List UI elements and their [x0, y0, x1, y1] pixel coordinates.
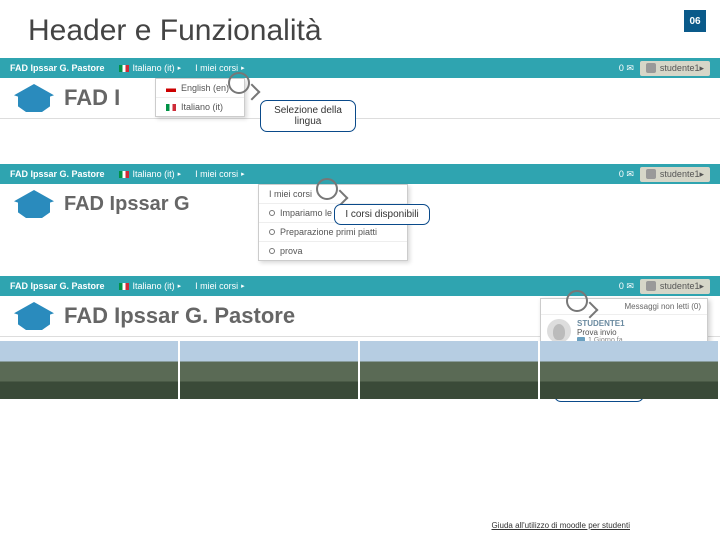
user-chip[interactable]: studente1 ▸: [640, 61, 710, 76]
courses-menu[interactable]: I miei corsi▸: [195, 169, 245, 179]
user-name: studente1: [660, 281, 700, 291]
bullet-icon: [269, 229, 275, 235]
message-from: STUDENTE1: [577, 319, 625, 328]
flag-icon: [119, 65, 129, 72]
user-chip[interactable]: studente1 ▸: [640, 167, 710, 182]
courses-menu[interactable]: I miei corsi▸: [195, 281, 245, 291]
section-courses: FAD Ipssar G. Pastore Italiano (it)▸ I m…: [0, 164, 720, 266]
cap-logo-icon: [14, 190, 54, 218]
photo-thumb: [540, 341, 720, 399]
topbar-brand[interactable]: FAD Ipssar G. Pastore: [10, 169, 105, 179]
slide-title: Header e Funzionalità: [0, 0, 720, 58]
lang-menu[interactable]: Italiano (it)▸: [119, 63, 182, 73]
lang-menu[interactable]: Italiano (it)▸: [119, 281, 182, 291]
user-name: studente1: [660, 169, 700, 179]
lang-option-en[interactable]: English (en): [156, 79, 244, 97]
photo-thumb: [0, 341, 180, 399]
section-messages: FAD Ipssar G. Pastore Italiano (it)▸ I m…: [0, 276, 720, 476]
section-language: FAD Ipssar G. Pastore Italiano (it)▸ I m…: [0, 58, 720, 154]
course-option[interactable]: prova: [259, 241, 407, 260]
site-banner: FAD I: [0, 78, 720, 119]
flag-it-icon: [166, 104, 176, 111]
topbar-brand[interactable]: FAD Ipssar G. Pastore: [10, 63, 105, 73]
bullet-icon: [269, 248, 275, 254]
user-name: studente1: [660, 63, 700, 73]
flag-en-icon: [166, 85, 176, 92]
topbar-brand[interactable]: FAD Ipssar G. Pastore: [10, 281, 105, 291]
topbar: FAD Ipssar G. Pastore Italiano (it)▸ I m…: [0, 164, 720, 184]
mail-count: 0: [619, 169, 624, 179]
courses-menu[interactable]: I miei corsi▸: [195, 63, 245, 73]
avatar-icon: [646, 63, 656, 73]
course-label: I miei corsi: [269, 189, 312, 199]
topbar: FAD Ipssar G. Pastore Italiano (it)▸ I m…: [0, 276, 720, 296]
lang-option-label: Italiano (it): [181, 102, 223, 112]
mail-indicator[interactable]: 0 ✉: [619, 63, 634, 74]
footer-caption: Giuda all'utilizzo di moodle per student…: [492, 521, 631, 530]
lang-menu[interactable]: Italiano (it)▸: [119, 169, 182, 179]
site-title: FAD I: [64, 85, 120, 111]
mail-indicator[interactable]: 0 ✉: [619, 169, 634, 180]
photo-thumb: [180, 341, 360, 399]
courses-label: I miei corsi: [195, 63, 238, 73]
message-subject: Prova invio: [577, 328, 625, 337]
avatar-icon: [646, 169, 656, 179]
photo-strip: [0, 341, 720, 399]
courses-label: I miei corsi: [195, 281, 238, 291]
flag-icon: [119, 171, 129, 178]
course-label: Preparazione primi piatti: [280, 227, 377, 237]
user-chip[interactable]: studente1 ▸: [640, 279, 710, 294]
lang-label: Italiano (it): [133, 169, 175, 179]
photo-thumb: [360, 341, 540, 399]
avatar-icon: [646, 281, 656, 291]
cap-logo-icon: [14, 84, 54, 112]
lang-option-label: English (en): [181, 83, 229, 93]
course-option[interactable]: I miei corsi: [259, 185, 407, 203]
callout-language: Selezione della lingua: [260, 100, 356, 132]
cap-logo-icon: [14, 302, 54, 330]
site-title: FAD Ipssar G. Pastore: [64, 303, 295, 329]
lang-dropdown[interactable]: English (en) Italiano (it): [155, 78, 245, 117]
mail-indicator[interactable]: 0 ✉: [619, 281, 634, 292]
course-label: prova: [280, 246, 303, 256]
site-title: FAD Ipssar G: [64, 193, 190, 216]
lang-label: Italiano (it): [133, 63, 175, 73]
flag-icon: [119, 283, 129, 290]
topbar: FAD Ipssar G. Pastore Italiano (it)▸ I m…: [0, 58, 720, 78]
mail-count: 0: [619, 63, 624, 73]
page-number-badge: 06: [684, 10, 706, 32]
messages-header: Messaggi non letti (0): [541, 299, 707, 315]
bullet-icon: [269, 210, 275, 216]
lang-label: Italiano (it): [133, 281, 175, 291]
lang-option-it[interactable]: Italiano (it): [156, 97, 244, 116]
mail-count: 0: [619, 281, 624, 291]
callout-courses: I corsi disponibili: [334, 204, 430, 225]
courses-label: I miei corsi: [195, 169, 238, 179]
avatar-icon: [547, 319, 571, 343]
